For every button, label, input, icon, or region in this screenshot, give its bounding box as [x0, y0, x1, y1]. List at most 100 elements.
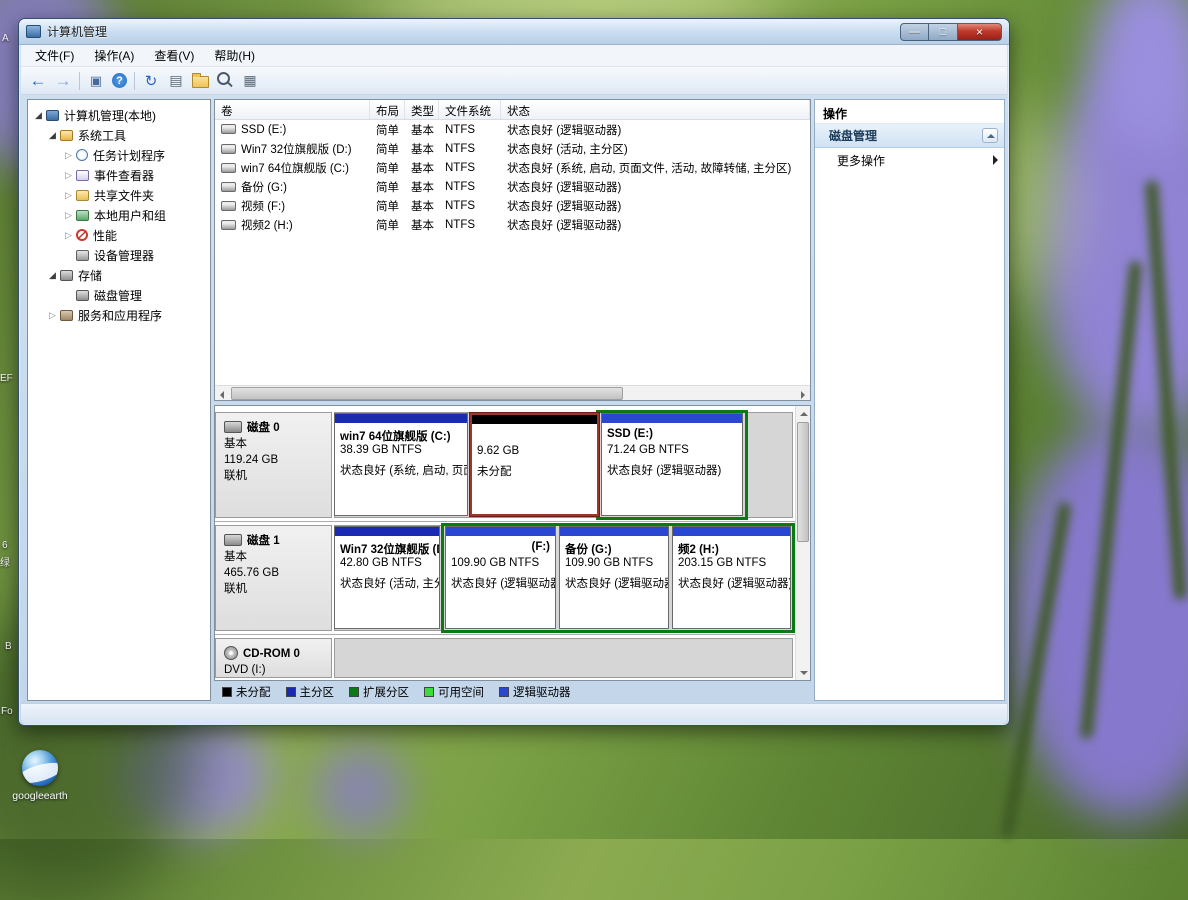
cdrom-info[interactable]: CD-ROM 0 DVD (I:) [215, 638, 332, 678]
cdrom-row: CD-ROM 0 DVD (I:) [215, 636, 795, 680]
tree-item[interactable]: 性能 [28, 225, 210, 245]
volume-type-cell: 基本 [405, 198, 439, 214]
partition-box-e[interactable]: SSD (E:) 71.24 GB NTFS 状态良好 (逻辑驱动器) [601, 413, 743, 516]
close-button[interactable]: × [958, 23, 1002, 41]
forward-icon[interactable]: → [54, 72, 72, 90]
partition-name: win7 64位旗舰版 (C:) [335, 423, 467, 444]
desktop-icon-label-fragment: A [2, 33, 9, 44]
partition-box-f[interactable]: (F:) 109.90 GB NTFS 状态良好 (逻辑驱动器) [445, 526, 556, 629]
volume-name: win7 64位旗舰版 (C:) [241, 163, 349, 175]
tree-item[interactable]: 计算机管理(本地) [28, 105, 210, 125]
tree-expander-icon[interactable] [62, 210, 75, 221]
scroll-down-arrow-icon[interactable] [796, 665, 811, 680]
google-earth-shortcut[interactable]: googleearth [4, 750, 76, 802]
scrollbar-thumb[interactable] [797, 422, 809, 542]
menu-item[interactable]: 文件(F) [25, 45, 84, 66]
partition-status: 状态良好 (逻辑驱动器) [602, 461, 742, 478]
maximize-button[interactable]: □ [929, 23, 958, 41]
tree-item[interactable]: 共享文件夹 [28, 185, 210, 205]
title-bar[interactable]: 计算机管理 — □ × [19, 19, 1009, 45]
scroll-right-arrow-icon[interactable] [795, 386, 810, 401]
window-title: 计算机管理 [47, 23, 107, 40]
column-header-layout[interactable]: 布局 [370, 100, 405, 119]
tree-expander-icon[interactable] [32, 110, 45, 121]
tree-expander-icon[interactable] [62, 190, 75, 201]
partition-box-g[interactable]: 备份 (G:) 109.90 GB NTFS 状态良好 (逻辑驱动器) [559, 526, 669, 629]
show-console-tree-icon[interactable]: ▣ [87, 72, 105, 90]
volume-row[interactable]: 视频 (F:) 简单 基本 NTFS 状态良好 (逻辑驱动器) [215, 196, 810, 215]
export-list-icon[interactable]: ▤ [167, 72, 185, 90]
partition-size: 203.15 GB NTFS [673, 557, 790, 574]
search-icon[interactable] [216, 72, 234, 90]
volume-layout-cell: 简单 [370, 198, 405, 214]
actions-section-label: 磁盘管理 [829, 127, 877, 144]
column-header-type[interactable]: 类型 [405, 100, 439, 119]
disk-management-icon [76, 290, 89, 301]
device-manager-icon [76, 250, 89, 261]
tree-expander-icon[interactable] [62, 150, 75, 161]
partition-box-d[interactable]: Win7 32位旗舰版 (D:) 42.80 GB NTFS 状态良好 (活动,… [334, 526, 440, 629]
google-earth-icon[interactable] [22, 750, 58, 786]
volume-layout-cell: 简单 [370, 141, 405, 157]
volume-name-cell: 视频 (F:) [215, 198, 370, 214]
tree-item[interactable]: 设备管理器 [28, 245, 210, 265]
tree-item[interactable]: 本地用户和组 [28, 205, 210, 225]
open-folder-icon[interactable] [192, 76, 209, 88]
tree-expander-icon[interactable] [62, 230, 75, 241]
disk-icon [224, 534, 242, 546]
volume-row[interactable]: Win7 32位旗舰版 (D:) 简单 基本 NTFS 状态良好 (活动, 主分… [215, 139, 810, 158]
properties-icon[interactable]: ▦ [241, 72, 259, 90]
tree-item[interactable]: 任务计划程序 [28, 145, 210, 165]
horizontal-scrollbar[interactable] [215, 385, 810, 400]
vertical-scrollbar[interactable] [795, 406, 810, 680]
menu-item[interactable]: 操作(A) [84, 45, 144, 66]
legend-item: 未分配 [222, 684, 271, 700]
volume-row[interactable]: SSD (E:) 简单 基本 NTFS 状态良好 (逻辑驱动器) [215, 120, 810, 139]
help-icon[interactable]: ? [112, 73, 127, 88]
window-controls: — □ × [900, 23, 1002, 41]
tree-expander-icon[interactable] [46, 270, 59, 281]
partition-box-c[interactable]: win7 64位旗舰版 (C:) 38.39 GB NTFS 状态良好 (系统,… [334, 413, 468, 516]
tree-item[interactable]: 存储 [28, 265, 210, 285]
volume-status-cell: 状态良好 (逻辑驱动器) [501, 122, 810, 138]
volume-icon [221, 201, 236, 211]
legend-label: 逻辑驱动器 [513, 684, 571, 700]
tree-item[interactable]: 系统工具 [28, 125, 210, 145]
minimize-button[interactable]: — [900, 23, 929, 41]
partition-name: SSD (E:) [602, 423, 742, 444]
tree-item[interactable]: 磁盘管理 [28, 285, 210, 305]
column-header-filesystem[interactable]: 文件系统 [439, 100, 501, 119]
scroll-left-arrow-icon[interactable] [215, 386, 230, 401]
disk-0-row: 磁盘 0 基本 119.24 GB 联机 win7 64位旗舰版 (C:) 38… [215, 410, 795, 522]
volume-row[interactable]: 视频2 (H:) 简单 基本 NTFS 状态良好 (逻辑驱动器) [215, 215, 810, 234]
volume-row[interactable]: win7 64位旗舰版 (C:) 简单 基本 NTFS 状态良好 (系统, 启动… [215, 158, 810, 177]
actions-section-header[interactable]: 磁盘管理 [815, 124, 1004, 148]
volume-name: 备份 (G:) [241, 182, 287, 194]
disk-name: 磁盘 1 [247, 535, 280, 547]
volume-layout-cell: 简单 [370, 160, 405, 176]
back-icon[interactable]: ← [29, 72, 47, 90]
menu-item[interactable]: 帮助(H) [204, 45, 265, 66]
column-header-volume[interactable]: 卷 [215, 100, 370, 119]
volume-icon [221, 144, 236, 154]
tree-expander-icon[interactable] [46, 310, 59, 321]
volume-row[interactable]: 备份 (G:) 简单 基本 NTFS 状态良好 (逻辑驱动器) [215, 177, 810, 196]
more-actions-item[interactable]: 更多操作 [815, 148, 1004, 172]
scrollbar-thumb[interactable] [231, 387, 623, 400]
tree-expander-icon[interactable] [62, 170, 75, 181]
disk-1-info[interactable]: 磁盘 1 基本 465.76 GB 联机 [215, 525, 332, 631]
tree-expander-icon[interactable] [46, 130, 59, 141]
partition-box-h[interactable]: 频2 (H:) 203.15 GB NTFS 状态良好 (逻辑驱动器) [672, 526, 791, 629]
column-header-status[interactable]: 状态 [501, 100, 810, 119]
legend-item: 逻辑驱动器 [499, 684, 571, 700]
partition-box-unallocated[interactable]: 9.62 GB 未分配 [470, 413, 599, 516]
volume-layout-cell: 简单 [370, 179, 405, 195]
tree-item[interactable]: 事件查看器 [28, 165, 210, 185]
refresh-icon[interactable]: ↻ [142, 72, 160, 90]
volume-filesystem-cell: NTFS [439, 181, 501, 193]
scroll-up-arrow-icon[interactable] [796, 406, 811, 421]
collapse-chevron-icon[interactable] [982, 128, 998, 143]
tree-item[interactable]: 服务和应用程序 [28, 305, 210, 325]
disk-0-info[interactable]: 磁盘 0 基本 119.24 GB 联机 [215, 412, 332, 518]
menu-item[interactable]: 查看(V) [144, 45, 204, 66]
